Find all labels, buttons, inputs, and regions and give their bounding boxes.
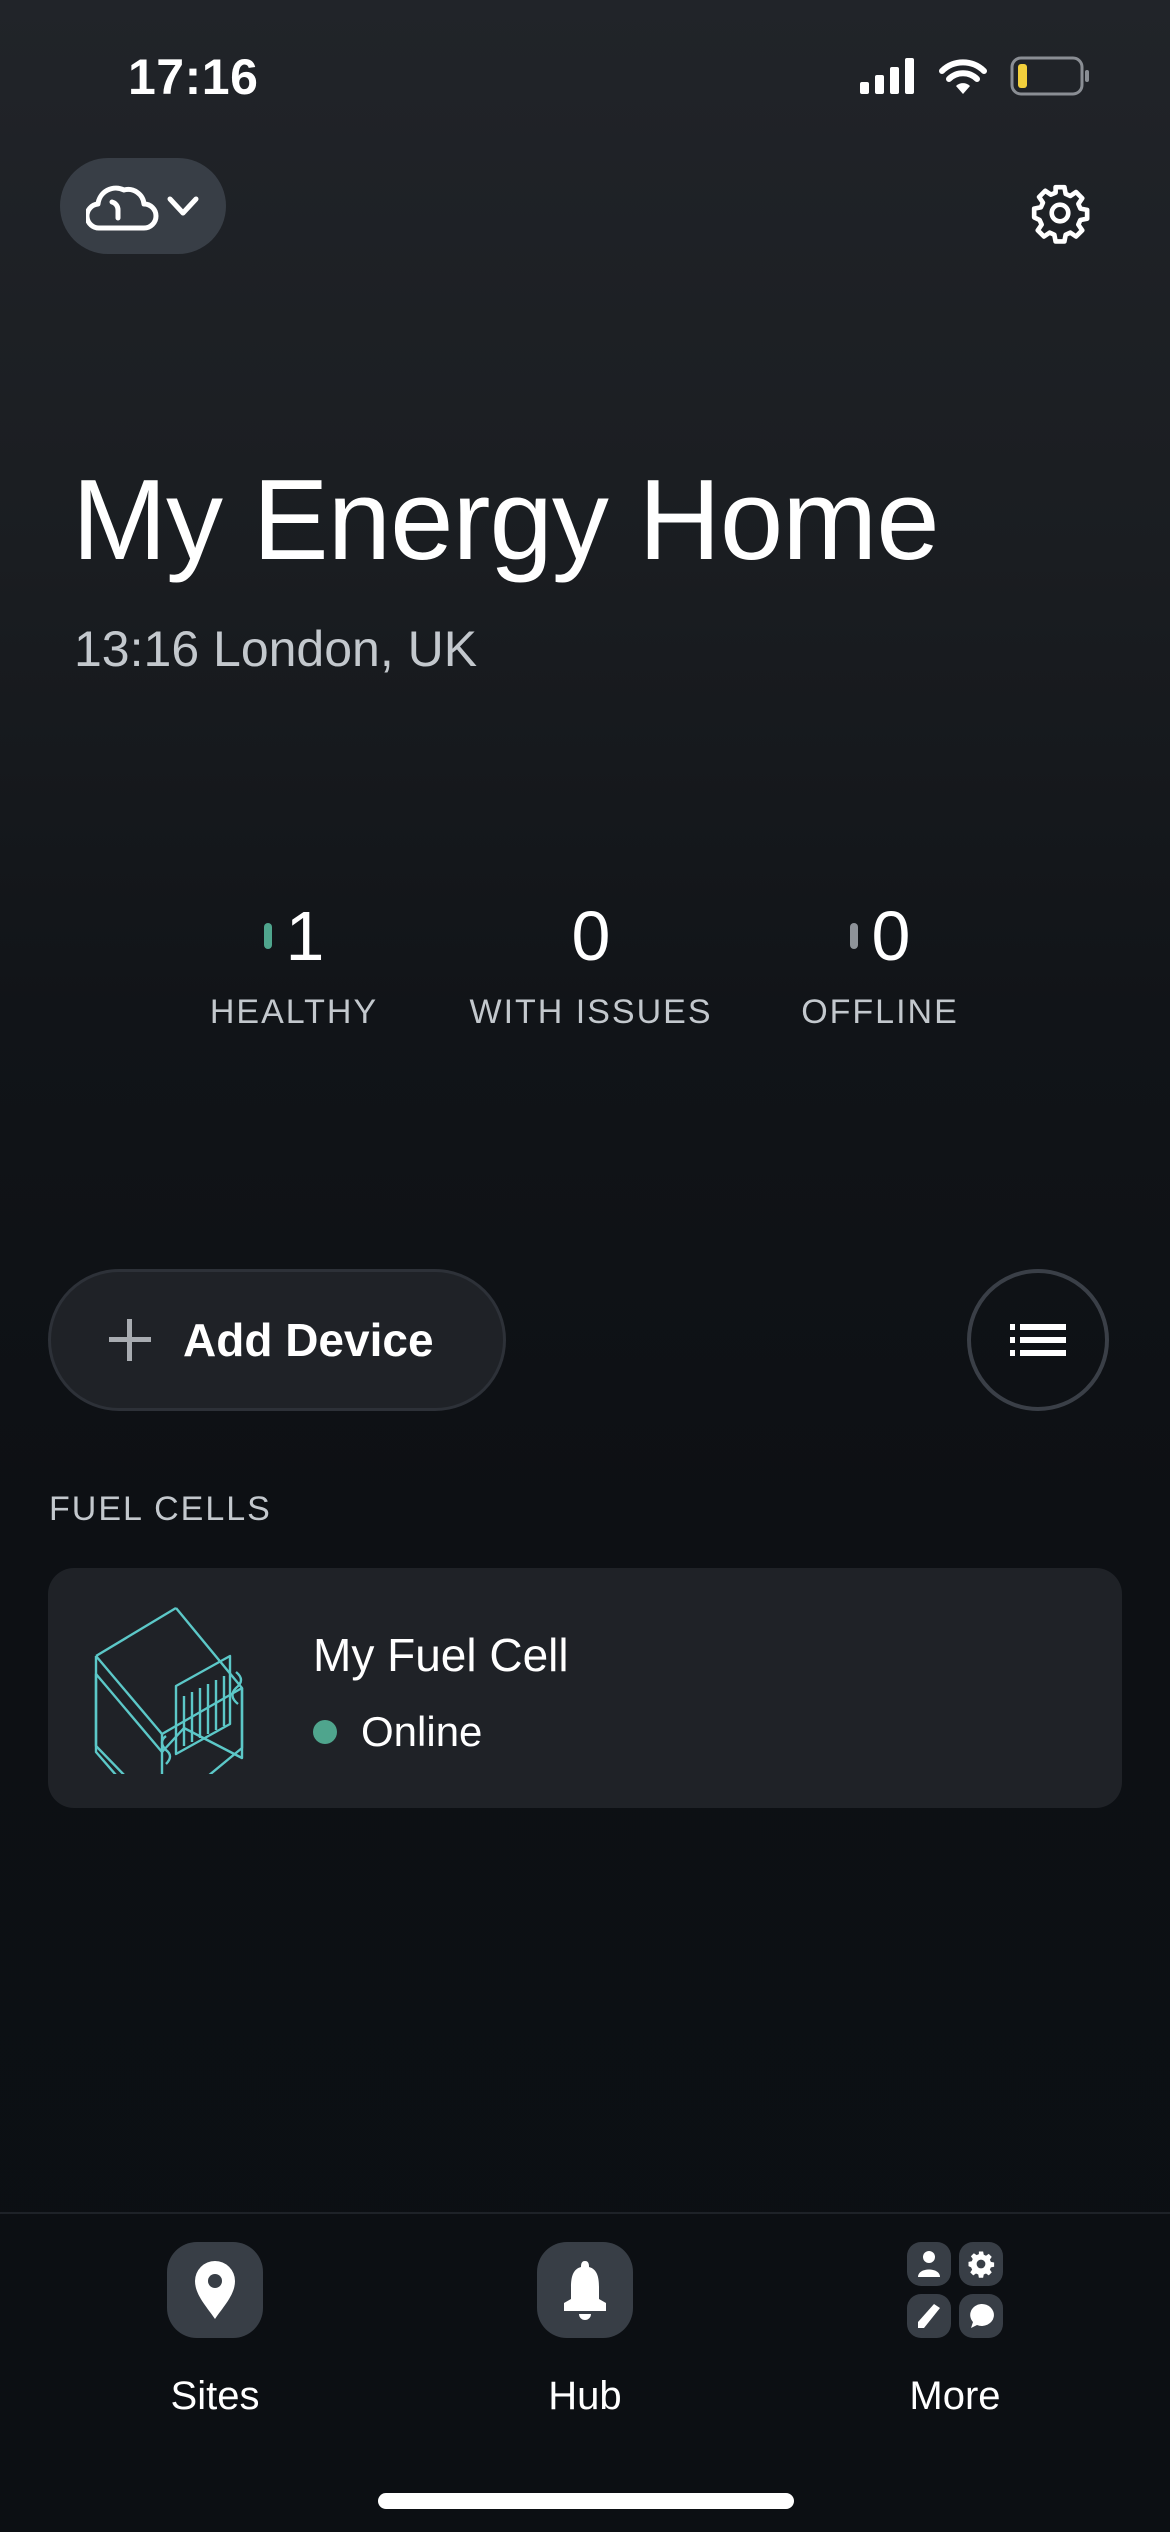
gear-icon (1031, 184, 1090, 244)
wifi-icon (939, 59, 987, 94)
healthy-indicator (263, 923, 272, 949)
cloud-icon (86, 185, 159, 231)
stat-label: HEALTHY (209, 993, 379, 1031)
status-icons (860, 56, 1090, 96)
list-view-button[interactable] (967, 1269, 1109, 1411)
tab-icon-container (167, 2242, 263, 2338)
battery-icon (1010, 56, 1089, 96)
stat-label: OFFLINE (801, 993, 959, 1031)
section-label-fuel-cells: FUEL CELLS (49, 1490, 272, 1528)
stat-label: WITH ISSUES (469, 993, 713, 1031)
device-status-text: Online (361, 1708, 483, 1755)
tab-hub[interactable]: Hub (485, 2242, 685, 2419)
tab-icon-container (537, 2242, 633, 2338)
online-status-dot (313, 1720, 337, 1744)
bell-icon (564, 2261, 606, 2320)
offline-indicator (849, 923, 858, 949)
tab-bar: Sites Hub More (0, 2212, 1170, 2532)
tab-more[interactable]: More (855, 2242, 1055, 2419)
add-device-button[interactable]: Add Device (48, 1269, 506, 1411)
stat-with-issues[interactable]: 0 WITH ISSUES (461, 895, 721, 1032)
stat-value: 1 (285, 897, 325, 975)
stat-value: 0 (871, 897, 911, 975)
tab-sites[interactable]: Sites (115, 2242, 315, 2419)
signal-icon (860, 58, 914, 94)
tab-label: Hub (548, 2374, 622, 2418)
home-indicator[interactable] (378, 2493, 794, 2509)
more-grid-icon (907, 2242, 1003, 2338)
site-local-time-location: 13:16 London, UK (74, 621, 478, 677)
tab-label: More (909, 2374, 1001, 2418)
stat-offline[interactable]: 0 OFFLINE (750, 895, 1010, 1032)
plus-icon (109, 1319, 151, 1361)
location-pin-icon (195, 2261, 235, 2319)
stat-healthy[interactable]: 1 HEALTHY (164, 895, 424, 1032)
tab-label: Sites (170, 2374, 260, 2418)
settings-button[interactable] (1025, 178, 1095, 248)
device-card[interactable]: My Fuel Cell Online (48, 1568, 1122, 1808)
chevron-down-icon (167, 196, 199, 216)
stat-value: 0 (571, 897, 611, 975)
device-name: My Fuel Cell (313, 1629, 569, 1681)
list-icon (1010, 1324, 1066, 1356)
site-title: My Energy Home (72, 457, 940, 584)
fuel-cell-icon (94, 1606, 244, 1774)
device-status: Online (313, 1708, 482, 1756)
status-time: 17:16 (128, 49, 259, 105)
add-device-label: Add Device (183, 1314, 434, 1366)
pencil-icon (907, 2294, 951, 2338)
chat-bubble-icon (959, 2294, 1003, 2338)
cloud-selector-button[interactable] (60, 158, 226, 254)
gear-small-icon (959, 2242, 1003, 2286)
person-icon (907, 2242, 951, 2286)
